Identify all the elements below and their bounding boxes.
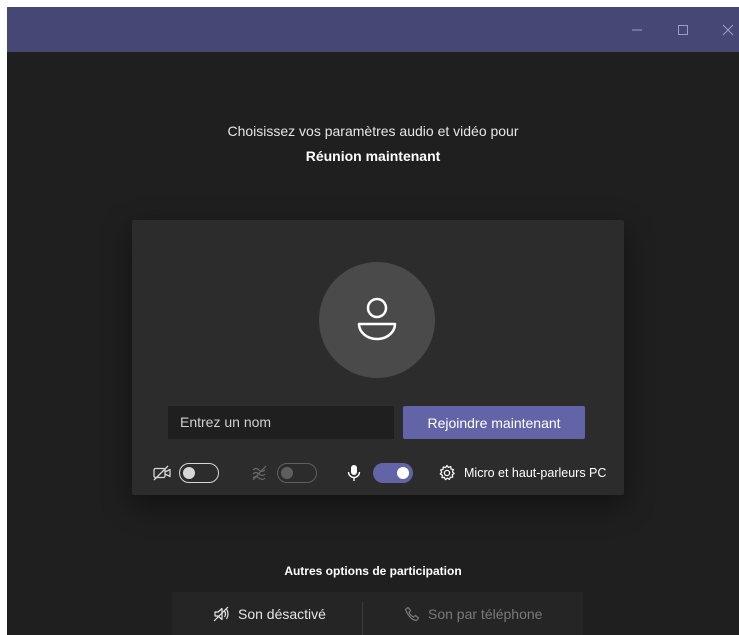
- microphone-toggle[interactable]: [373, 463, 413, 483]
- other-options-bar: Son désactivé Son par téléphone: [172, 592, 583, 635]
- maximize-icon: [678, 24, 688, 35]
- phone-audio-option[interactable]: Son par téléphone: [404, 592, 542, 635]
- other-options-title: Autres options de participation: [284, 564, 462, 578]
- phone-icon: [404, 606, 420, 621]
- gear-icon: [439, 464, 455, 481]
- toggle-knob: [183, 466, 195, 479]
- background-blur-toggle[interactable]: [277, 463, 317, 483]
- close-icon: [722, 24, 734, 35]
- prejoin-card: Rejoindre maintenant: [132, 220, 624, 495]
- join-now-button[interactable]: Rejoindre maintenant: [403, 406, 585, 439]
- maximize-button[interactable]: [663, 7, 703, 52]
- device-settings-label: Micro et haut-parleurs PC: [464, 466, 607, 480]
- toggle-knob: [397, 467, 409, 479]
- minimize-icon: [632, 29, 642, 30]
- options-divider: [362, 602, 363, 635]
- name-input[interactable]: [168, 406, 394, 439]
- speaker-off-icon: [213, 606, 229, 621]
- meeting-title: Réunion maintenant: [305, 148, 441, 164]
- teams-prejoin-window: Choisissez vos paramètres audio et vidéo…: [7, 7, 739, 635]
- blur-icon: [250, 464, 270, 482]
- toggle-knob: [281, 466, 293, 479]
- person-icon: [357, 297, 397, 341]
- title-bar: [7, 7, 739, 52]
- camera-toggle[interactable]: [179, 463, 219, 483]
- prejoin-heading: Choisissez vos paramètres audio et vidéo…: [227, 123, 519, 139]
- close-button[interactable]: [708, 7, 739, 52]
- phone-audio-label: Son par téléphone: [428, 605, 543, 622]
- microphone-icon: [346, 463, 362, 483]
- audio-off-label: Son désactivé: [238, 605, 326, 622]
- camera-off-icon: [152, 464, 172, 482]
- avatar: [319, 262, 435, 378]
- audio-off-option[interactable]: Son désactivé: [212, 592, 326, 635]
- minimize-button[interactable]: [617, 7, 657, 52]
- device-settings-button[interactable]: Micro et haut-parleurs PC: [438, 462, 606, 484]
